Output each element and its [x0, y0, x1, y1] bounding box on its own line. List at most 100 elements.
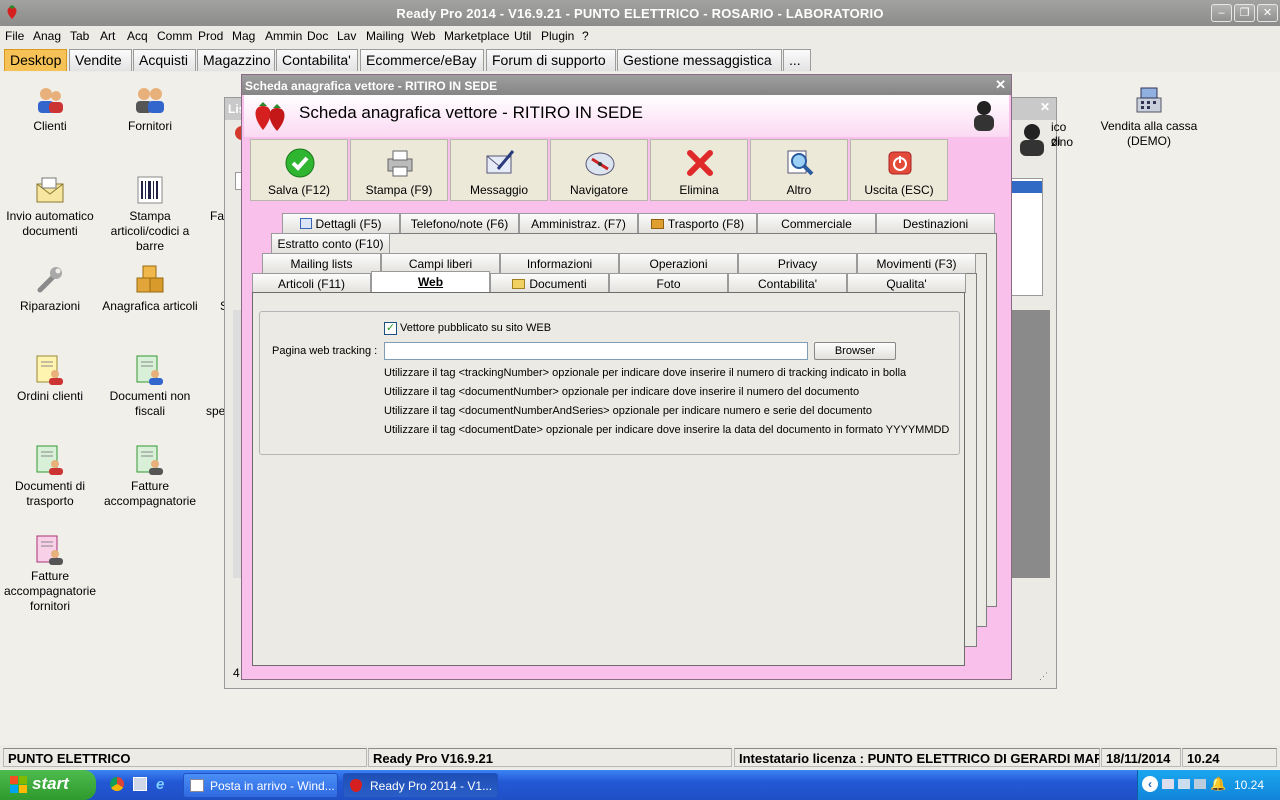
- save-button[interactable]: Salva (F12): [250, 139, 348, 201]
- minimize-button[interactable]: –: [1211, 4, 1232, 22]
- tab-campi-liberi[interactable]: Campi liberi: [381, 253, 500, 273]
- tab-contabilita[interactable]: Contabilita': [276, 49, 358, 71]
- desktop-icon-riparazioni[interactable]: Riparazioni: [0, 264, 100, 314]
- tray-network2-icon[interactable]: [1194, 779, 1206, 789]
- red-x-icon: [687, 150, 713, 176]
- resize-grip-icon[interactable]: ⋰: [1039, 671, 1048, 682]
- menu-mag[interactable]: Mag: [232, 29, 255, 43]
- desktop-icon-fornitori[interactable]: Fornitori: [100, 84, 200, 134]
- cash-register-icon: [1133, 84, 1165, 116]
- tab-magazzino[interactable]: Magazzino: [197, 49, 275, 71]
- desktop-icon-fatture-fornitori[interactable]: Fatture accompagnatorie fornitori: [0, 534, 100, 614]
- tray-expand-icon[interactable]: ‹: [1142, 776, 1158, 792]
- chrome-icon[interactable]: [110, 777, 124, 791]
- delete-button[interactable]: Elimina: [650, 139, 748, 201]
- desktop-icon-documenti-trasporto[interactable]: Documenti di trasporto: [0, 444, 100, 509]
- browser-button[interactable]: Browser: [814, 342, 896, 360]
- menu-art[interactable]: Art: [100, 29, 115, 43]
- print-button[interactable]: Stampa (F9): [350, 139, 448, 201]
- tab-vendite[interactable]: Vendite: [69, 49, 132, 71]
- desktop-icon-clienti[interactable]: Clienti: [0, 84, 100, 134]
- menu-tab[interactable]: Tab: [70, 29, 89, 43]
- menu-web[interactable]: Web: [411, 29, 435, 43]
- taskbar-item-readypro[interactable]: Ready Pro 2014 - V1...: [343, 773, 498, 798]
- tab-web[interactable]: Web: [371, 271, 490, 293]
- tab-more[interactable]: ...: [783, 49, 811, 71]
- close-window-button[interactable]: ✕: [1257, 4, 1278, 22]
- desktop-icon-anagrafica-articoli[interactable]: Anagrafica articoli: [100, 264, 200, 314]
- tab-documenti[interactable]: Documenti: [490, 273, 609, 293]
- envelope-pen-icon: [486, 150, 515, 174]
- tab-foto[interactable]: Foto: [609, 273, 728, 293]
- navigator-button[interactable]: Navigatore: [550, 139, 648, 201]
- status-date: 18/11/2014: [1101, 748, 1181, 767]
- menu-lav[interactable]: Lav: [337, 29, 356, 43]
- tray-keyboard-icon[interactable]: [1162, 779, 1174, 789]
- desktop-icon-invio-automatico[interactable]: Invio automatico documenti: [0, 174, 100, 239]
- tab-amministraz[interactable]: Amministraz. (F7): [519, 213, 638, 233]
- maximize-button[interactable]: ❐: [1234, 4, 1255, 22]
- tab-dettagli[interactable]: Dettagli (F5): [282, 213, 400, 233]
- dialog-close-icon[interactable]: ✕: [995, 77, 1006, 93]
- menu-acq[interactable]: Acq: [127, 29, 148, 43]
- menu-mailing[interactable]: Mailing: [366, 29, 404, 43]
- tab-contabilita-anag[interactable]: Contabilita': [728, 273, 847, 293]
- menu-help[interactable]: ?: [582, 29, 589, 43]
- tab-trasporto[interactable]: Trasporto (F8): [638, 213, 757, 233]
- menu-util[interactable]: Util: [514, 29, 531, 43]
- taskbar-item-mail[interactable]: Posta in arrivo - Wind...: [183, 773, 338, 798]
- exit-button[interactable]: Uscita (ESC): [850, 139, 948, 201]
- menu-plugin[interactable]: Plugin: [541, 29, 574, 43]
- desktop-icon-ordini-clienti[interactable]: Ordini clienti: [0, 354, 100, 404]
- menu-doc[interactable]: Doc: [307, 29, 328, 43]
- tab-ecommerce[interactable]: Ecommerce/eBay: [360, 49, 484, 71]
- window-icon: [300, 218, 313, 229]
- tab-desktop[interactable]: Desktop: [4, 49, 67, 71]
- mail-icon: [190, 779, 204, 792]
- desktop-icon-documenti-non-fiscali[interactable]: Documenti non fiscali: [100, 354, 200, 419]
- tab-forum[interactable]: Forum di supporto: [486, 49, 616, 71]
- dialog-header-title: Scheda anagrafica vettore - RITIRO IN SE…: [299, 103, 643, 122]
- taskbar: start e Posta in arrivo - Wind... Ready …: [0, 770, 1280, 800]
- tab-qualita[interactable]: Qualita': [847, 273, 966, 293]
- menu-comm[interactable]: Comm: [157, 29, 192, 43]
- tray-network-icon[interactable]: [1178, 779, 1190, 789]
- tab-articoli[interactable]: Articoli (F11): [252, 273, 371, 293]
- partial-label-fa: Fa: [210, 209, 225, 223]
- desktop-tabs: Desktop Vendite Acquisti Magazzino Conta…: [0, 46, 1280, 72]
- tab-mailing-lists[interactable]: Mailing lists: [262, 253, 381, 273]
- documents-icon: [134, 354, 166, 386]
- internet-explorer-icon[interactable]: e: [156, 776, 164, 793]
- menu-ammin[interactable]: Ammin: [265, 29, 302, 43]
- tab-telefono[interactable]: Telefono/note (F6): [400, 213, 519, 233]
- tab-operazioni[interactable]: Operazioni: [619, 253, 738, 273]
- tray-bell-icon[interactable]: 🔔: [1210, 776, 1226, 792]
- tab-acquisti[interactable]: Acquisti: [133, 49, 196, 71]
- start-button[interactable]: start: [0, 770, 96, 800]
- hint-tracking-number: Utilizzare il tag <trackingNumber> opzio…: [384, 367, 907, 379]
- tab-informazioni[interactable]: Informazioni: [500, 253, 619, 273]
- menu-prod[interactable]: Prod: [198, 29, 223, 43]
- tracking-url-input[interactable]: [384, 342, 808, 360]
- message-button[interactable]: Messaggio: [450, 139, 548, 201]
- tab-estratto-conto[interactable]: Estratto conto (F10): [271, 233, 390, 253]
- background-close-icon[interactable]: ✕: [1040, 100, 1050, 114]
- tab-privacy[interactable]: Privacy: [738, 253, 857, 273]
- tab-messaggistica[interactable]: Gestione messaggistica: [617, 49, 782, 71]
- wrench-icon: [34, 264, 66, 296]
- tab-destinazioni[interactable]: Destinazioni: [876, 213, 995, 233]
- tray-clock: 10.24: [1234, 778, 1265, 792]
- desktop-icon-stampa-barcode[interactable]: Stampa articoli/codici a barre: [100, 174, 200, 254]
- more-button[interactable]: Altro: [750, 139, 848, 201]
- hint-document-number-series: Utilizzare il tag <documentNumberAndSeri…: [384, 405, 872, 417]
- menu-marketplace[interactable]: Marketplace: [444, 29, 509, 43]
- desktop-icon-vendita-cassa[interactable]: Vendita alla cassa (DEMO): [1099, 84, 1199, 149]
- tab-movimenti[interactable]: Movimenti (F3): [857, 253, 976, 273]
- publish-checkbox[interactable]: ✓: [384, 322, 397, 335]
- windows-logo-icon: [10, 776, 27, 793]
- menu-file[interactable]: File: [5, 29, 24, 43]
- desktop-show-icon[interactable]: [133, 777, 147, 791]
- desktop-icon-fatture-accompagnatorie[interactable]: Fatture accompagnatorie: [100, 444, 200, 509]
- tab-commerciale[interactable]: Commerciale: [757, 213, 876, 233]
- menu-anag[interactable]: Anag: [33, 29, 61, 43]
